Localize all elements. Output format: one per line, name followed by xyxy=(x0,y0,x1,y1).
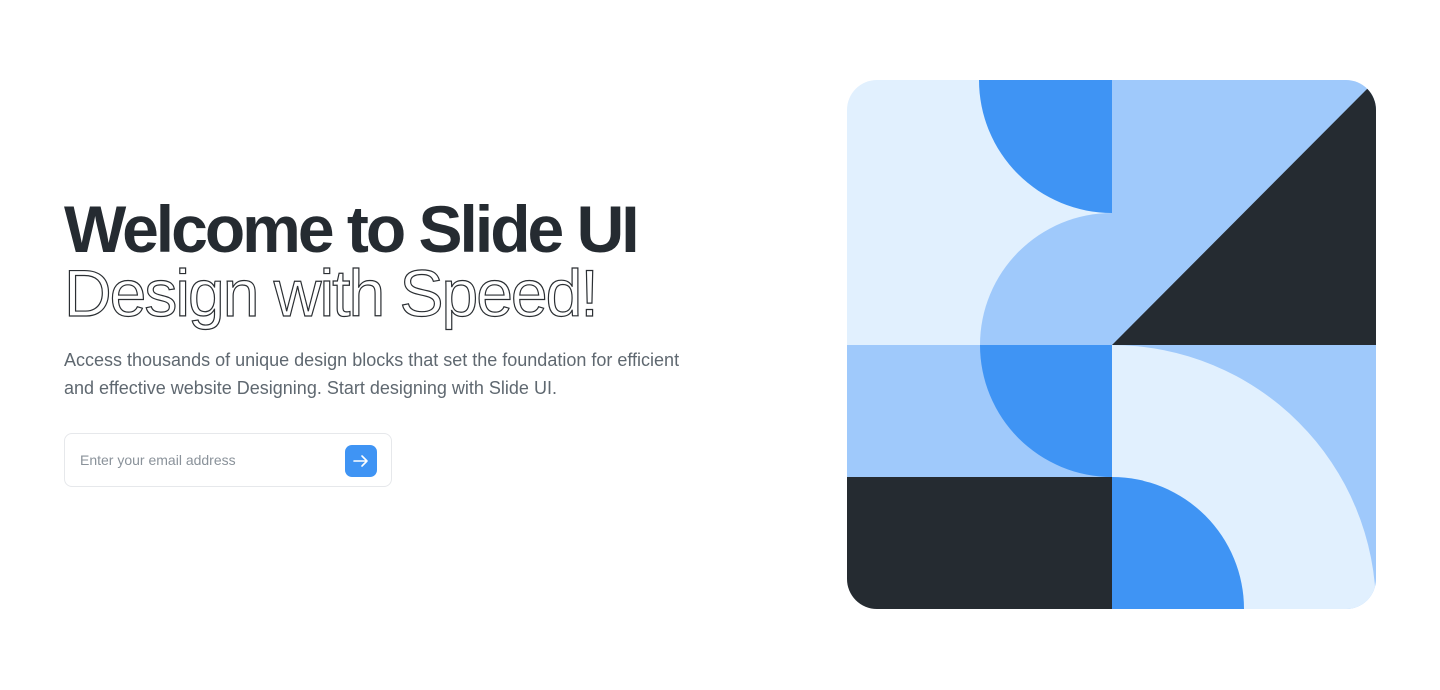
geometric-artwork xyxy=(847,80,1376,609)
art-dark-bottom-block xyxy=(847,477,1112,609)
email-signup-form xyxy=(64,433,392,487)
hero-title: Welcome to Slide UI xyxy=(64,192,640,266)
hero-subtitle: Design with Speed! xyxy=(63,256,599,330)
arrow-right-icon xyxy=(353,455,368,467)
hero-description: Access thousands of unique design blocks… xyxy=(64,350,680,398)
page: Welcome to Slide UI Design with Speed! A… xyxy=(0,0,1440,690)
email-input[interactable] xyxy=(80,434,340,486)
submit-button[interactable] xyxy=(345,445,377,477)
hero-illustration xyxy=(847,80,1376,609)
hero-text-block: Welcome to Slide UI Design with Speed! A… xyxy=(63,192,764,402)
